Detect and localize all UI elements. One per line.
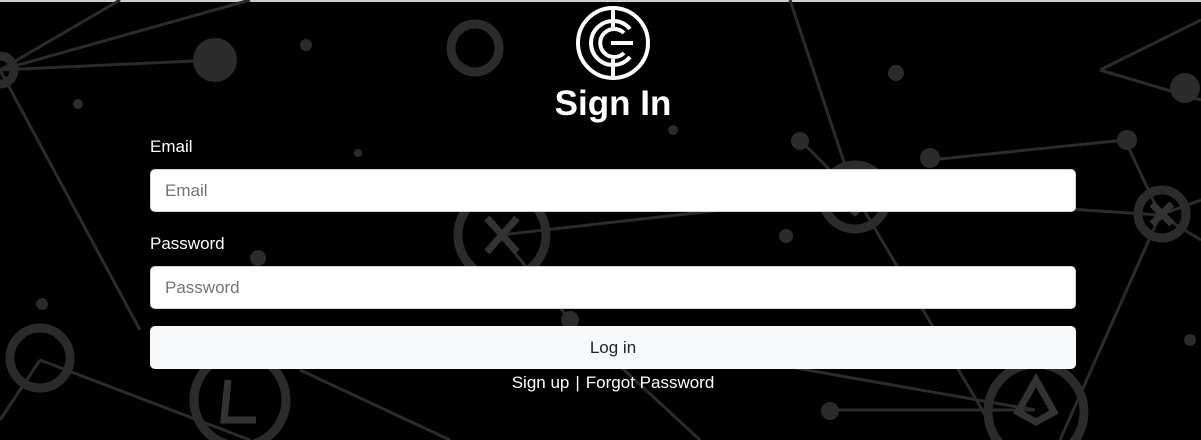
auth-links: Sign up | Forgot Password <box>0 372 1201 394</box>
password-label: Password <box>150 234 225 253</box>
email-label: Email <box>150 137 193 156</box>
password-input[interactable] <box>150 266 1076 309</box>
page-title: Sign In <box>554 84 672 123</box>
email-input[interactable] <box>150 169 1076 212</box>
login-button[interactable]: Log in <box>150 326 1076 369</box>
signup-link[interactable]: Sign up <box>512 373 570 392</box>
sign-in-page: Sign In Email Password Log in Sign up | Fo… <box>0 0 1201 440</box>
forgot-password-link[interactable]: Forgot Password <box>586 373 715 392</box>
coin-c-logo-icon <box>576 6 650 80</box>
link-separator: | <box>575 373 580 392</box>
